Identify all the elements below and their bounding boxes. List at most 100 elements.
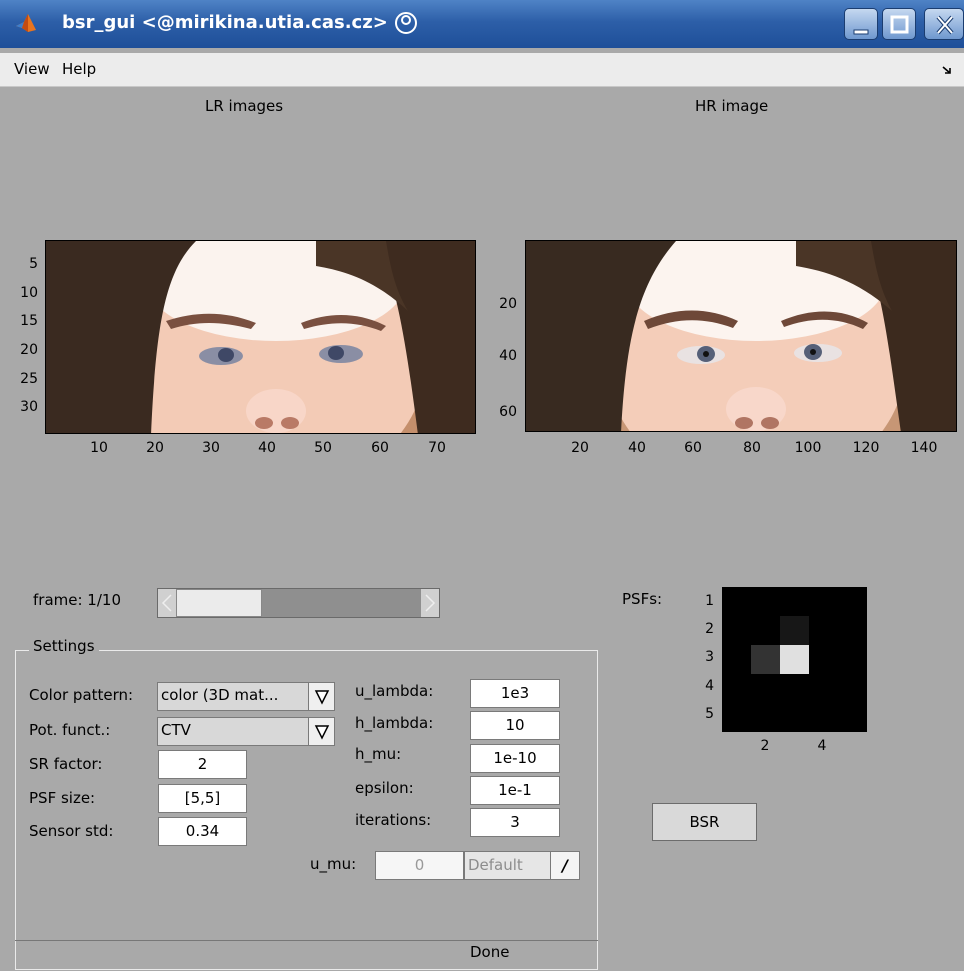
psf-cell (780, 587, 809, 616)
lr-x-tick-label: 70 (428, 440, 446, 456)
frame-label: frame: 1/10 (33, 591, 121, 609)
menu-view[interactable]: View (14, 60, 50, 78)
epsilon-input[interactable]: 1e-1 (470, 776, 560, 805)
sr-factor-input[interactable]: 2 (158, 750, 247, 779)
hr-x-tick-label: 20 (571, 440, 589, 456)
psf-image (722, 587, 867, 732)
iterations-input[interactable]: 3 (470, 808, 560, 837)
u-mu-label: u_mu: (310, 855, 357, 873)
hr-x-tick-label: 80 (743, 440, 761, 456)
dropdown-arrow (308, 683, 334, 710)
bsr-button[interactable]: BSR (652, 803, 757, 841)
psf-cell (751, 616, 780, 645)
lr-y-tick-label: 30 (20, 399, 38, 415)
psf-cell (838, 587, 867, 616)
psf-cell (722, 645, 751, 674)
pin-icon[interactable] (394, 11, 418, 35)
sr-factor-label: SR factor: (29, 755, 103, 773)
color-pattern-value: color (3D mat... (161, 686, 279, 704)
u-mu-toggle[interactable]: / (550, 852, 579, 879)
lr-x-tick-label: 20 (146, 440, 164, 456)
lr-face-image (46, 241, 475, 433)
psf-cell (838, 645, 867, 674)
u-lambda-label: u_lambda: (355, 682, 434, 700)
psf-x-tick-label: 2 (760, 738, 770, 754)
h-lambda-input[interactable]: 10 (470, 711, 560, 740)
psf-cell (809, 674, 838, 703)
psf-cell (722, 587, 751, 616)
psf-cell (751, 703, 780, 732)
psf-cell (809, 703, 838, 732)
hr-plot-title: HR image (695, 97, 769, 115)
psf-cell (780, 645, 809, 674)
u-lambda-input[interactable]: 1e3 (470, 679, 560, 708)
u-mu-input[interactable]: 0 (375, 851, 464, 880)
arrow-left-icon (161, 594, 172, 612)
psf-cell (780, 703, 809, 732)
epsilon-label: epsilon: (355, 779, 414, 797)
maximize-button[interactable] (882, 8, 916, 40)
psf-cell (809, 645, 838, 674)
psf-cell (809, 616, 838, 645)
lr-x-tick-label: 30 (202, 440, 220, 456)
hr-x-tick-label: 60 (684, 440, 702, 456)
frame-slider[interactable] (157, 588, 440, 618)
h-mu-label: h_mu: (355, 745, 402, 763)
hr-x-tick-label: 100 (794, 440, 822, 456)
status-text: Done (470, 943, 510, 961)
h-lambda-label: h_lambda: (355, 714, 434, 732)
psf-cell (838, 674, 867, 703)
lr-y-tick-label: 20 (20, 342, 38, 358)
hr-face-image (526, 241, 956, 431)
psf-y-tick-label: 2 (705, 621, 714, 637)
close-button[interactable] (924, 8, 964, 40)
psf-cell (751, 587, 780, 616)
chevron-down-icon (314, 690, 330, 705)
pot-funct-select[interactable]: CTV (157, 717, 335, 746)
pot-funct-label: Pot. funct.: (29, 721, 111, 739)
iterations-label: iterations: (355, 811, 432, 829)
menu-bar: View Help (0, 53, 964, 87)
minimize-button[interactable] (844, 8, 878, 40)
dock-arrow-icon[interactable] (942, 65, 952, 75)
color-pattern-label: Color pattern: (29, 686, 134, 704)
menu-help[interactable]: Help (62, 60, 96, 78)
u-mu-default-select[interactable]: Default / (464, 851, 580, 880)
sensor-std-label: Sensor std: (29, 822, 114, 840)
hr-image (525, 240, 957, 432)
slider-left-arrow[interactable] (158, 589, 176, 617)
psf-cell (780, 616, 809, 645)
maximize-icon (890, 15, 909, 34)
dropdown-arrow (308, 718, 334, 745)
hr-y-tick-label: 40 (499, 348, 517, 364)
lr-plot-title: LR images (205, 97, 284, 115)
psf-cell (809, 587, 838, 616)
hr-y-tick-label: 60 (499, 404, 517, 420)
lr-y-tick-label: 15 (20, 313, 38, 329)
h-mu-input[interactable]: 1e-10 (470, 744, 560, 773)
psf-cell (751, 645, 780, 674)
psf-grid (722, 587, 867, 732)
psf-x-tick-label: 4 (817, 738, 827, 754)
psf-cell (722, 674, 751, 703)
psf-cell (722, 616, 751, 645)
psf-size-input[interactable]: [5,5] (158, 784, 247, 813)
arrow-right-icon (425, 594, 436, 612)
title-bar: bsr_gui <@mirikina.utia.cas.cz> (0, 0, 964, 48)
psf-cell (838, 703, 867, 732)
sensor-std-input[interactable]: 0.34 (158, 817, 247, 846)
lr-image (45, 240, 476, 434)
hr-y-tick-label: 20 (499, 296, 517, 312)
minimize-icon (853, 29, 869, 35)
lr-x-tick-label: 10 (90, 440, 108, 456)
psf-y-tick-label: 1 (705, 593, 714, 609)
chevron-down-icon (314, 725, 330, 740)
lr-y-tick-label: 5 (29, 256, 38, 272)
settings-legend: Settings (29, 637, 99, 655)
lr-y-tick-label: 25 (20, 371, 38, 387)
psf-y-tick-label: 4 (705, 678, 714, 694)
slider-thumb[interactable] (176, 589, 262, 617)
slider-right-arrow[interactable] (421, 589, 439, 617)
color-pattern-select[interactable]: color (3D mat... (157, 682, 335, 711)
pot-funct-value: CTV (161, 721, 191, 739)
